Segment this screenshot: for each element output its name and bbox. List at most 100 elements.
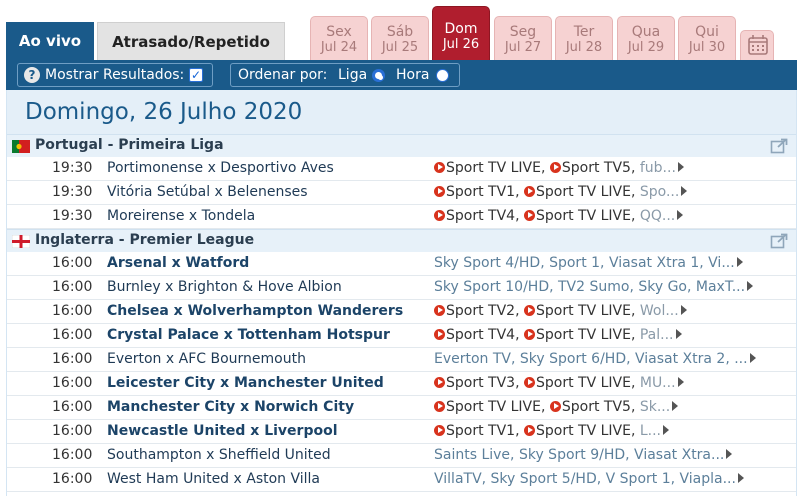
match-row[interactable]: 19:30 Moreirense x Tondela Sport TV4, Spor…	[7, 205, 796, 229]
expand-arrow-icon[interactable]	[681, 186, 688, 196]
other-channels[interactable]: Everton TV, Sky Sport 6/HD, Viasat Xtra …	[434, 351, 748, 367]
tv-channels[interactable]: Sport TV LIVE, Sport TV5, Sk...	[434, 399, 784, 415]
match-teams[interactable]: West Ham United x Aston Villa	[107, 471, 320, 487]
live-channel[interactable]: Sport TV1,	[446, 423, 524, 439]
other-channels[interactable]: Sky Sport 10/HD, TV2 Sumo, Sky Go, MaxT.…	[434, 279, 745, 295]
expand-arrow-icon[interactable]	[677, 162, 684, 172]
expand-arrow-icon[interactable]	[675, 329, 682, 339]
league-name[interactable]: Inglaterra - Premier League	[35, 232, 254, 248]
tv-channels[interactable]: Sky Sport 10/HD, TV2 Sumo, Sky Go, MaxT.…	[434, 279, 784, 295]
expand-arrow-icon[interactable]	[677, 377, 684, 387]
tv-channels[interactable]: Sport TV LIVE, Sport TV5, fub...	[434, 160, 784, 176]
match-row[interactable]: 16:00 Leicester City x Manchester United S…	[7, 372, 796, 396]
live-channel[interactable]: Sport TV2,	[446, 303, 524, 319]
match-teams[interactable]: Burnley x Brighton & Hove Albion	[107, 279, 342, 295]
expand-arrow-icon[interactable]	[680, 305, 687, 315]
tv-channels[interactable]: VillaTV, Sky Sport 5/HD, V Sport 1, Viap…	[434, 471, 784, 487]
other-channels[interactable]: Spo...	[640, 184, 679, 200]
tv-channels[interactable]: Sport TV2, Sport TV LIVE, Wol...	[434, 303, 784, 319]
live-channel[interactable]: Sport TV4,	[446, 208, 524, 224]
show-results-checkbox[interactable]: ✓	[189, 68, 203, 82]
tv-channels[interactable]: Everton TV, Sky Sport 6/HD, Viasat Xtra …	[434, 351, 784, 367]
tv-channels[interactable]: Sport TV3, Sport TV LIVE, MU...	[434, 375, 784, 391]
match-row[interactable]: 19:30 Portimonense x Desportivo Aves Sport…	[7, 157, 796, 181]
external-link-icon[interactable]	[770, 138, 788, 154]
expand-arrow-icon[interactable]	[736, 257, 743, 267]
day-tab-thu[interactable]: Qui Jul 30	[678, 16, 736, 60]
tab-live[interactable]: Ao vivo	[6, 22, 94, 60]
day-tab-sat[interactable]: Sáb Jul 25	[371, 16, 429, 60]
live-channel[interactable]: Sport TV LIVE,	[536, 208, 640, 224]
expand-arrow-icon[interactable]	[672, 401, 679, 411]
day-tab-wed[interactable]: Qua Jul 29	[617, 16, 675, 60]
day-tab-fri[interactable]: Sex Jul 24	[310, 16, 368, 60]
other-channels[interactable]: QQ...	[640, 208, 675, 224]
match-row[interactable]: 16:00 Crystal Palace x Tottenham Hotspur S…	[7, 324, 796, 348]
other-channels[interactable]: VillaTV, Sky Sport 5/HD, V Sport 1, Viap…	[434, 471, 736, 487]
match-teams[interactable]: Moreirense x Tondela	[107, 208, 255, 224]
live-channel[interactable]: Sport TV4,	[446, 327, 524, 343]
match-teams[interactable]: Arsenal x Watford	[107, 255, 249, 271]
match-row[interactable]: 16:00 Chelsea x Wolverhampton Wanderers Sp…	[7, 300, 796, 324]
match-teams[interactable]: Vitória Setúbal x Belenenses	[107, 184, 308, 200]
help-icon[interactable]: ?	[24, 67, 40, 83]
other-channels[interactable]: fub...	[640, 160, 676, 176]
match-row[interactable]: 16:00 Arsenal x Watford Sky Sport 4/HD, Sp…	[7, 252, 796, 276]
live-channel[interactable]: Sport TV LIVE,	[536, 303, 640, 319]
match-row[interactable]: 16:00 West Ham United x Aston Villa VillaT…	[7, 468, 796, 492]
day-tab-tue[interactable]: Ter Jul 28	[555, 16, 613, 60]
match-row[interactable]: 16:00 Manchester City x Norwich City Sport…	[7, 396, 796, 420]
live-channel[interactable]: Sport TV LIVE,	[446, 160, 550, 176]
match-row[interactable]: 16:00 Everton x AFC Bournemouth Everton TV…	[7, 348, 796, 372]
expand-arrow-icon[interactable]	[747, 281, 754, 291]
expand-arrow-icon[interactable]	[663, 425, 670, 435]
other-channels[interactable]: Sk...	[640, 399, 670, 415]
match-teams[interactable]: Southampton x Sheffield United	[107, 447, 331, 463]
other-channels[interactable]: Sky Sport 4/HD, Sport 1, Viasat Xtra 1, …	[434, 255, 735, 271]
order-league-radio[interactable]	[372, 69, 385, 82]
day-tab-mon[interactable]: Seg Jul 27	[494, 16, 552, 60]
live-channel[interactable]: Sport TV LIVE,	[536, 327, 640, 343]
match-row[interactable]: 19:30 Vitória Setúbal x Belenenses Sport T…	[7, 181, 796, 205]
live-channel[interactable]: Sport TV LIVE,	[536, 375, 640, 391]
expand-arrow-icon[interactable]	[737, 473, 744, 483]
league-name[interactable]: Portugal - Primeira Liga	[35, 137, 224, 153]
expand-arrow-icon[interactable]	[749, 353, 756, 363]
external-link-icon[interactable]	[770, 233, 788, 249]
live-channel[interactable]: Sport TV LIVE,	[536, 184, 640, 200]
match-teams[interactable]: Everton x AFC Bournemouth	[107, 351, 306, 367]
match-teams[interactable]: Leicester City x Manchester United	[107, 375, 384, 391]
tv-channels[interactable]: Sky Sport 4/HD, Sport 1, Viasat Xtra 1, …	[434, 255, 784, 271]
other-channels[interactable]: Wol...	[640, 303, 679, 319]
match-row[interactable]: 16:00 Burnley x Brighton & Hove Albion Sky…	[7, 276, 796, 300]
match-teams[interactable]: Crystal Palace x Tottenham Hotspur	[107, 327, 390, 343]
live-channel[interactable]: Sport TV LIVE,	[536, 423, 640, 439]
tv-channels[interactable]: Sport TV1, Sport TV LIVE, L...	[434, 423, 784, 439]
order-time-radio[interactable]	[436, 69, 449, 82]
live-channel[interactable]: Sport TV5,	[562, 399, 640, 415]
match-row[interactable]: 16:00 Southampton x Sheffield United Saint…	[7, 444, 796, 468]
tv-channels[interactable]: Saints Live, Sky Sport 9/HD, Viasat Xtra…	[434, 447, 784, 463]
live-channel[interactable]: Sport TV1,	[446, 184, 524, 200]
live-play-icon	[434, 401, 445, 412]
tv-channels[interactable]: Sport TV4, Sport TV LIVE, Pal...	[434, 327, 784, 343]
tab-delayed[interactable]: Atrasado/Repetido	[97, 22, 285, 60]
match-teams[interactable]: Newcastle United x Liverpool	[107, 423, 338, 439]
other-channels[interactable]: L...	[640, 423, 661, 439]
expand-arrow-icon[interactable]	[726, 449, 733, 459]
tv-channels[interactable]: Sport TV1, Sport TV LIVE, Spo...	[434, 184, 784, 200]
other-channels[interactable]: Saints Live, Sky Sport 9/HD, Viasat Xtra…	[434, 447, 724, 463]
live-channel[interactable]: Sport TV5,	[562, 160, 640, 176]
match-teams[interactable]: Chelsea x Wolverhampton Wanderers	[107, 303, 403, 319]
tv-channels[interactable]: Sport TV4, Sport TV LIVE, QQ...	[434, 208, 784, 224]
match-row[interactable]: 16:00 Newcastle United x Liverpool Sport T…	[7, 420, 796, 444]
other-channels[interactable]: Pal...	[640, 327, 674, 343]
match-teams[interactable]: Manchester City x Norwich City	[107, 399, 354, 415]
day-tab-sun[interactable]: Dom Jul 26	[432, 6, 490, 60]
live-channel[interactable]: Sport TV LIVE,	[446, 399, 550, 415]
calendar-button[interactable]	[740, 30, 774, 60]
expand-arrow-icon[interactable]	[677, 210, 684, 220]
other-channels[interactable]: MU...	[640, 375, 676, 391]
live-channel[interactable]: Sport TV3,	[446, 375, 524, 391]
match-teams[interactable]: Portimonense x Desportivo Aves	[107, 160, 334, 176]
